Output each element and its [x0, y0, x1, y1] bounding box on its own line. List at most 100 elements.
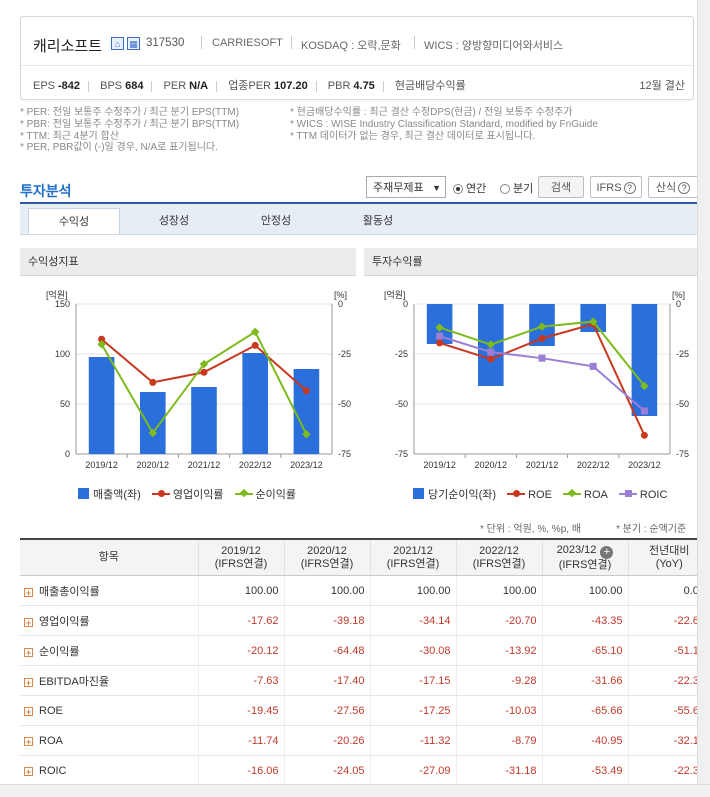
table-cell: -53.49 [541, 755, 628, 786]
stat-pbr: PBR 4.75 [327, 80, 375, 92]
data-point [302, 387, 310, 395]
row-label[interactable]: + ROA [20, 725, 198, 756]
table-cell: -31.66 [541, 665, 628, 696]
table-cell: -27.09 [369, 755, 456, 786]
analysis-tabs: 수익성 성장성 안정성 활동성 [20, 204, 710, 235]
table-cell: -65.66 [541, 695, 628, 726]
ifrs-help-button[interactable]: IFRS? [590, 176, 642, 198]
data-point [200, 368, 208, 376]
table-row: + 매출총이익률 100.00 100.00 100.00 100.00 100.00 0.0… [20, 575, 710, 606]
home-icon[interactable]: ⌂ [111, 37, 124, 50]
data-point [436, 339, 444, 347]
row-label[interactable]: + ROIC [20, 755, 198, 786]
expand-plus-icon[interactable]: + [24, 736, 33, 746]
chart-profitability: [억원] [%]150 0100 -2550 -500 -752019/12 2020/12… [46, 289, 351, 470]
legend-swatch [151, 488, 170, 499]
legend-item: 당기순이익(좌) [413, 486, 496, 502]
bar [88, 357, 115, 454]
expand-plus-icon[interactable]: + [24, 766, 33, 776]
row-label[interactable]: + ROE [20, 695, 198, 726]
expand-plus-icon[interactable]: + [600, 545, 614, 559]
stat-per: PER N/A [163, 80, 209, 92]
left-tick-label: 50 [60, 399, 70, 409]
header-2023: 2023/12 + (IFRS연결) [541, 538, 628, 576]
data-point [251, 341, 259, 349]
left-tick-label: -50 [395, 399, 408, 409]
data-point [538, 335, 546, 342]
expand-plus-icon[interactable]: + [24, 617, 33, 627]
formula-help-button[interactable]: 산식? [648, 176, 698, 198]
data-point [640, 407, 648, 415]
table-cell: -7.63 [197, 665, 284, 696]
radio-annual[interactable]: 연간 [453, 180, 486, 196]
table-cell: -17.15 [369, 665, 456, 696]
row-label-text: ROIC [39, 764, 67, 777]
right-tick-label: -50 [676, 399, 689, 409]
data-point [436, 332, 444, 340]
tab-growth[interactable]: 성장성 [128, 208, 220, 234]
building-icon[interactable]: ▦ [127, 37, 140, 50]
expand-plus-icon[interactable]: + [24, 706, 33, 716]
expand-plus-icon[interactable]: + [24, 647, 33, 657]
vertical-scrollbar[interactable] [697, 0, 710, 797]
table-cell: -20.70 [455, 605, 542, 636]
expand-plus-icon[interactable]: + [24, 677, 33, 687]
company-english-name: CARRIESOFT [212, 37, 283, 49]
x-tick-label: 2020/12 [475, 460, 508, 470]
legend-profitability: 매출액(좌) 영업이익률 순이익률 [78, 486, 304, 502]
header-2020: 2020/12 (IFRS연결) [283, 538, 370, 576]
table-cell: -19.45 [197, 695, 284, 726]
x-tick-label: 2022/12 [577, 460, 610, 470]
table-cell: -27.56 [283, 695, 370, 726]
tab-stability[interactable]: 안정성 [230, 208, 322, 234]
header-2022: 2022/12 (IFRS연결) [455, 538, 542, 576]
data-point [538, 354, 546, 362]
table-row: + ROE -19.45 -27.56 -17.25 -10.03 -65.66 -55.63 [20, 695, 710, 726]
expand-plus-icon[interactable]: + [24, 587, 33, 597]
legend-item: 매출액(좌) [78, 486, 141, 502]
bar [242, 353, 268, 454]
x-tick-label: 2022/12 [239, 460, 272, 470]
company-header: 캐리소프트 ⌂ ▦ 317530 CARRIESOFT KOSDAQ : 오락,… [20, 16, 694, 100]
table-row: + 영업이익률 -17.62 -39.18 -34.14 -20.70 -43.35 -22.… [20, 605, 710, 636]
section-title: 투자분석 [20, 183, 72, 199]
legend-swatch [618, 488, 637, 499]
profitability-table: 항목 2019/12 (IFRS연결) 2020/12 (IFRS연결) 2021/… [20, 538, 710, 786]
wics-info: WICS : 양방향미디어와서비스 [424, 40, 564, 52]
right-tick-label: -75 [676, 449, 689, 459]
table-cell: -17.62 [197, 605, 284, 636]
tab-profitability[interactable]: 수익성 [28, 208, 120, 234]
header-2021: 2021/12 (IFRS연결) [369, 538, 456, 576]
table-cell: -9.28 [455, 665, 542, 696]
legend-returns: 당기순이익(좌) ROE ROA ROIC [413, 486, 675, 502]
table-row: + ROA -11.74 -20.26 -11.32 -8.79 -40.95 -32.16 [20, 725, 710, 756]
statement-select[interactable]: 주재무제표 ▼ [366, 176, 446, 198]
search-button[interactable]: 검색 [538, 176, 584, 198]
data-point [149, 378, 157, 386]
row-label[interactable]: + 매출총이익률 [20, 575, 198, 606]
stat-bps: BPS 684 [100, 80, 144, 92]
x-tick-label: 2020/12 [137, 460, 170, 470]
legend-item: ROA [563, 488, 608, 501]
quarter-note: * 분기 : 순액기준 [616, 524, 687, 535]
legend-item: 영업이익률 [151, 486, 223, 502]
header-2019: 2019/12 (IFRS연결) [197, 538, 284, 576]
row-label[interactable]: + EBITDA마진율 [20, 665, 198, 696]
row-label[interactable]: + 순이익률 [20, 635, 198, 666]
radio-checked-icon [453, 184, 463, 194]
divider [201, 36, 202, 49]
legend-swatch [563, 488, 582, 499]
x-tick-label: 2021/12 [526, 460, 559, 470]
horizontal-scrollbar[interactable] [0, 784, 710, 797]
legend-item: 순이익률 [234, 486, 296, 502]
radio-quarter[interactable]: 분기 [500, 180, 533, 196]
table-cell: 100.00 [283, 575, 370, 606]
x-tick-label: 2021/12 [188, 460, 221, 470]
row-label[interactable]: + 영업이익률 [20, 605, 198, 636]
tab-activity[interactable]: 활동성 [332, 208, 424, 234]
chevron-down-icon: ▼ [432, 183, 441, 193]
stock-code: 317530 [146, 37, 185, 49]
right-tick-label: 0 [338, 299, 343, 309]
divider [21, 65, 693, 66]
market-info: KOSDAQ : 오락,문화 [301, 40, 401, 52]
